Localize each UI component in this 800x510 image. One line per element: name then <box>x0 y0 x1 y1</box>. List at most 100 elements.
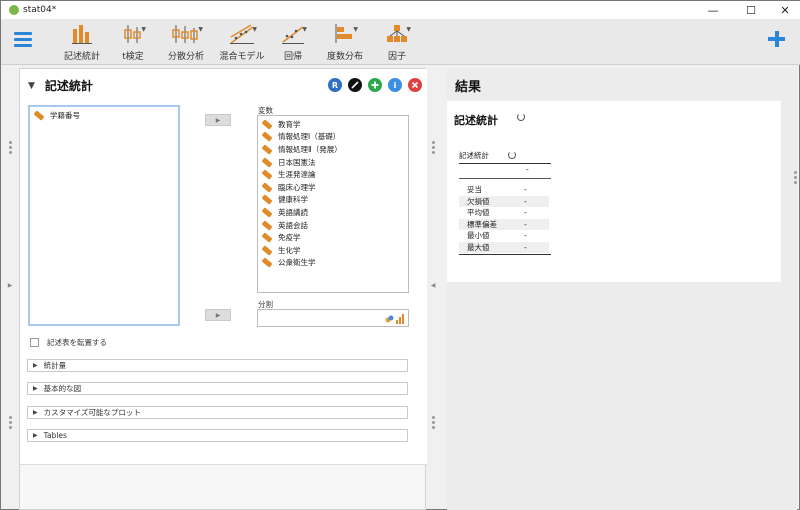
app-icon <box>9 5 19 15</box>
scale-variable-icon <box>261 232 273 243</box>
list-item[interactable]: 英語講読 <box>258 206 408 219</box>
anova-icon: ▼ <box>171 23 203 45</box>
toolbar-frequencies[interactable]: ▼ 度数分布 <box>323 23 367 62</box>
list-item[interactable]: 情報処理Ⅱ（発展） <box>258 143 408 156</box>
maximize-button[interactable]: ☐ <box>735 1 767 19</box>
toolbar-mixed-models[interactable]: ▼ 混合モデル <box>217 23 267 62</box>
close-button[interactable]: ✕ <box>769 1 800 19</box>
info-button[interactable]: i <box>388 78 402 92</box>
row-label: 最小値 <box>467 231 490 240</box>
toolbar-label: 記述統計 <box>63 52 100 62</box>
row-value: - <box>524 242 527 252</box>
checkbox-box[interactable] <box>30 338 39 347</box>
toolbar-label: 分散分析 <box>167 52 204 62</box>
variable-name: 生化学 <box>278 245 301 255</box>
splitter-handle-icon[interactable] <box>9 416 12 431</box>
title-bar: stat04* — ☐ ✕ <box>1 1 800 19</box>
list-item[interactable]: 免疫学 <box>258 231 408 244</box>
edit-title-icon[interactable] <box>348 78 362 92</box>
split-target-list[interactable] <box>257 309 409 327</box>
row-value: - <box>524 231 527 240</box>
variable-name: 健康科学 <box>278 195 308 205</box>
r-syntax-button[interactable]: R <box>328 78 342 92</box>
list-item[interactable]: 情報処理Ⅰ（基礎） <box>258 131 408 144</box>
menu-icon[interactable] <box>14 32 32 48</box>
list-item[interactable]: 公衆衛生学 <box>258 257 408 270</box>
row-label: 標準偏差 <box>467 219 497 229</box>
section-label: 基本的な図 <box>43 384 82 393</box>
variable-name: 情報処理Ⅱ（発展） <box>278 144 342 154</box>
scale-variable-icon <box>261 144 273 155</box>
section-custom-plots[interactable]: ▶ カスタマイズ可能なプロット <box>27 406 408 419</box>
list-item[interactable]: 生涯発達論 <box>258 168 408 181</box>
toolbar-descriptives[interactable]: 記述統計 <box>61 23 103 62</box>
bar-chart-icon <box>71 23 93 45</box>
move-to-variables-button[interactable]: ▶ <box>205 114 231 126</box>
analysis-options: ▼ 記述統計 R i 学籍番号 ▶ 変数 教育学 情報処理Ⅰ（基礎） 情報処理Ⅱ（発… <box>20 69 427 465</box>
list-item[interactable]: 臨床心理学 <box>258 181 408 194</box>
table-row: 標準偏差 - <box>459 218 549 230</box>
splitter-handle-icon[interactable] <box>794 171 797 186</box>
analysis-title: 記述統計 <box>44 79 93 93</box>
minimize-button[interactable]: — <box>697 1 729 19</box>
scale-variable-icon <box>261 182 273 193</box>
source-variable-list[interactable]: 学籍番号 <box>28 105 180 326</box>
variable-name: 学籍番号 <box>50 110 80 120</box>
variable-name: 英語講読 <box>278 207 308 217</box>
variables-target-list[interactable]: 教育学情報処理Ⅰ（基礎） 情報処理Ⅱ（発展） 日本国憲法生涯発達論 臨床心理学 健康科学… <box>257 115 409 293</box>
move-to-split-button[interactable]: ▶ <box>205 309 231 321</box>
collapse-icon[interactable]: ▼ <box>28 81 35 91</box>
section-tables[interactable]: ▶ Tables <box>27 429 408 442</box>
analysis-panel: ▼ 記述統計 R i 学籍番号 ▶ 変数 教育学 情報処理Ⅰ（基礎） 情報処理Ⅱ（発… <box>19 68 427 510</box>
transpose-label: 記述表を転置する <box>47 338 107 347</box>
splitter-handle-icon[interactable] <box>9 141 12 156</box>
list-item[interactable]: 教育学 <box>258 118 408 131</box>
ribbon-toolbar: 記述統計 ▼ t検定 ▼ 分散分析 ▼ 混合モデル ▼ 回帰 ▼ 度数分布 ▼ … <box>1 19 800 65</box>
row-value: - <box>524 219 527 229</box>
section-label: カスタマイズ可能なプロット <box>43 408 141 417</box>
table-title: 記述統計 <box>459 151 489 160</box>
toolbar-label: 混合モデル <box>219 52 265 62</box>
scale-variable-icon <box>261 257 273 268</box>
variable-name: 生涯発達論 <box>278 170 316 180</box>
toolbar-anova[interactable]: ▼ 分散分析 <box>164 23 208 62</box>
list-item[interactable]: 英語会話 <box>258 219 408 232</box>
row-label: 妥当 <box>467 185 482 194</box>
row-label: 欠損値 <box>467 196 490 206</box>
list-item[interactable]: 生化学 <box>258 244 408 257</box>
scale-variable-icon <box>261 119 273 130</box>
column-header: - <box>526 165 529 174</box>
splitter-handle-icon[interactable] <box>432 416 435 431</box>
scale-variable-icon <box>261 156 273 168</box>
toolbar-regression[interactable]: ▼ 回帰 <box>277 23 309 62</box>
analysis-header[interactable]: ▼ 記述統計 <box>28 77 93 94</box>
collapse-left-icon[interactable]: ◀ <box>430 282 436 289</box>
nominal-ordinal-icon <box>385 314 404 324</box>
variable-name: 日本国憲法 <box>278 157 316 167</box>
list-item[interactable]: 健康科学 <box>258 194 408 207</box>
splitter-handle-icon[interactable] <box>432 141 435 156</box>
factor-icon: ▼ <box>385 23 411 45</box>
expand-arrow-icon: ▶ <box>33 385 38 392</box>
close-analysis-icon[interactable] <box>408 78 422 92</box>
variable-name: 教育学 <box>278 119 301 129</box>
list-item[interactable]: 日本国憲法 <box>258 156 408 169</box>
add-module-icon[interactable] <box>767 30 787 50</box>
chevron-down-icon: ▼ <box>353 26 358 33</box>
toolbar-ttest[interactable]: ▼ t検定 <box>113 23 153 62</box>
transpose-checkbox[interactable]: 記述表を転置する <box>30 337 107 348</box>
section-statistics[interactable]: ▶ 統計量 <box>27 359 408 372</box>
section-basic-plots[interactable]: ▶ 基本的な図 <box>27 382 408 395</box>
toolbar-factor[interactable]: ▼ 因子 <box>379 23 415 62</box>
list-item[interactable]: 学籍番号 <box>30 109 178 122</box>
variable-name: 情報処理Ⅰ（基礎） <box>278 132 341 142</box>
scale-variable-icon <box>261 194 273 205</box>
chevron-down-icon: ▼ <box>302 26 307 33</box>
expand-left-icon[interactable]: ▶ <box>7 282 13 289</box>
scale-variable-icon <box>33 110 45 121</box>
duplicate-analysis-icon[interactable] <box>368 78 382 92</box>
app-window: stat04* — ☐ ✕ 記述統計 ▼ t検定 ▼ 分散分析 ▼ 混合モデル … <box>0 0 800 510</box>
row-label: 平均値 <box>467 208 490 217</box>
results-body: 記述統計 記述統計 - 妥当 - 欠損値 - 平均値 - 標準偏差 - 最小値 - 最大値 - <box>447 101 781 282</box>
expand-arrow-icon: ▶ <box>33 409 38 416</box>
